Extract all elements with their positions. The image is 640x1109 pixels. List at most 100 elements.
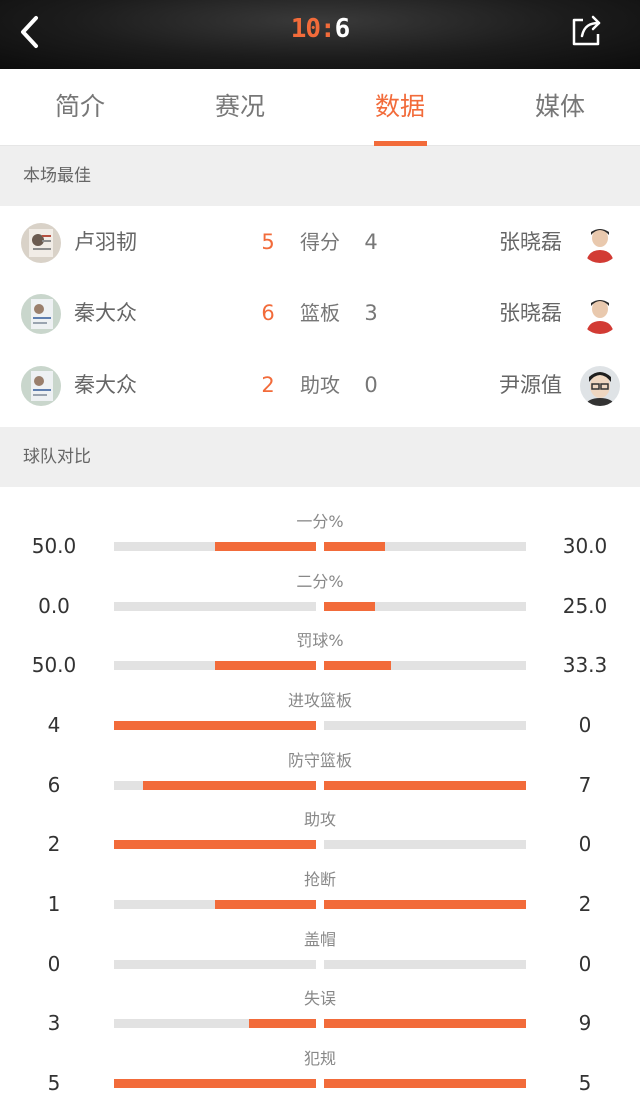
left-bar-track (114, 721, 316, 730)
left-bar-track (114, 1019, 316, 1028)
right-bar-track (324, 900, 526, 909)
tab-data[interactable]: 数据 (320, 69, 480, 146)
best-row-points[interactable]: 卢羽韧 5 得分 4 张晓磊 (0, 207, 640, 279)
avatar (21, 223, 61, 263)
compare-label: 进攻篮板 (287, 691, 352, 710)
tab-game-status[interactable]: 赛况 (160, 69, 320, 146)
home-stat-value: 6 (261, 301, 275, 325)
compare-left-value: 4 (47, 713, 61, 737)
compare-right-value: 0 (578, 952, 592, 976)
compare-row: 失误 3 9 (0, 989, 640, 1049)
compare-right-value: 33.3 (562, 653, 608, 677)
avatar (580, 366, 620, 406)
home-player-name: 秦大众 (74, 301, 137, 325)
best-row-rebounds[interactable]: 秦大众 6 篮板 3 张晓磊 (0, 278, 640, 350)
compare-left-value: 1 (47, 892, 61, 916)
right-bar-track (324, 1019, 526, 1028)
compare-left-value: 50.0 (31, 534, 77, 558)
left-bar-track (114, 661, 316, 670)
tab-intro[interactable]: 简介 (0, 69, 160, 146)
compare-right-value: 2 (578, 892, 592, 916)
compare-left-value: 2 (47, 832, 61, 856)
compare-right-value: 30.0 (562, 534, 608, 558)
compare-right-value: 25.0 (562, 594, 608, 618)
best-section-header: 本场最佳 (0, 146, 640, 206)
right-bar-fill (324, 602, 375, 611)
right-bar-track (324, 602, 526, 611)
compare-right-value: 0 (578, 832, 592, 856)
compare-row: 盖帽 0 0 (0, 930, 640, 990)
right-bar-fill (324, 900, 526, 909)
compare-label: 二分% (296, 572, 344, 591)
left-bar-fill (114, 840, 316, 849)
left-bar-track (114, 542, 316, 551)
left-bar-fill (142, 781, 316, 790)
stat-label: 助攻 (300, 373, 340, 397)
home-player-name: 卢羽韧 (74, 230, 137, 254)
compare-section-header: 球队对比 (0, 427, 640, 487)
compare-label: 防守篮板 (287, 751, 352, 770)
compare-label: 失误 (303, 989, 336, 1008)
compare-row: 二分% 0.0 25.0 (0, 572, 640, 632)
compare-label: 罚球% (296, 631, 344, 650)
right-bar-fill (324, 1019, 526, 1028)
compare-row: 抢断 1 2 (0, 870, 640, 930)
stat-label: 篮板 (300, 301, 340, 325)
compare-right-value: 5 (578, 1071, 592, 1095)
top-bar: 10:6 (0, 0, 640, 69)
left-bar-track (114, 781, 316, 790)
avatar (580, 294, 620, 334)
tab-bar: 简介 赛况 数据 媒体 (0, 69, 640, 146)
score-separator: : (320, 14, 336, 44)
score-display: 10:6 (0, 14, 640, 44)
left-bar-track (114, 900, 316, 909)
compare-label: 抢断 (303, 870, 336, 889)
right-bar-track (324, 781, 526, 790)
right-bar-track (324, 542, 526, 551)
avatar (21, 294, 61, 334)
avatar (580, 223, 620, 263)
score-away: 6 (334, 14, 351, 44)
right-bar-fill (324, 542, 385, 551)
right-bar-track (324, 1079, 526, 1088)
compare-right-value: 9 (578, 1011, 592, 1035)
away-stat-value: 4 (364, 230, 378, 254)
left-bar-fill (215, 661, 316, 670)
away-player-name: 尹源值 (499, 373, 562, 397)
compare-left-value: 5 (47, 1071, 61, 1095)
left-bar-track (114, 840, 316, 849)
stat-label: 得分 (300, 230, 340, 254)
home-stat-value: 2 (261, 373, 275, 397)
left-bar-fill (248, 1019, 316, 1028)
compare-row: 进攻篮板 4 0 (0, 691, 640, 751)
home-player-name: 秦大众 (74, 373, 137, 397)
right-bar-track (324, 840, 526, 849)
away-stat-value: 3 (364, 301, 378, 325)
right-bar-track (324, 721, 526, 730)
compare-label: 助攻 (303, 810, 336, 829)
avatar (21, 366, 61, 406)
share-icon[interactable] (568, 12, 604, 50)
left-bar-fill (114, 721, 316, 730)
compare-row: 罚球% 50.0 33.3 (0, 631, 640, 691)
compare-left-value: 0 (47, 952, 61, 976)
compare-row: 防守篮板 6 7 (0, 751, 640, 811)
compare-label: 一分% (296, 512, 344, 531)
away-player-name: 张晓磊 (499, 230, 562, 254)
compare-left-value: 50.0 (31, 653, 77, 677)
away-stat-value: 0 (364, 373, 378, 397)
compare-right-value: 7 (578, 773, 592, 797)
right-bar-fill (324, 661, 392, 670)
compare-row: 犯规 5 5 (0, 1049, 640, 1109)
left-bar-fill (215, 900, 316, 909)
compare-left-value: 0.0 (38, 594, 70, 618)
best-row-assists[interactable]: 秦大众 2 助攻 0 尹源值 (0, 350, 640, 422)
right-bar-fill (324, 781, 526, 790)
right-bar-track (324, 661, 526, 670)
left-bar-fill (215, 542, 316, 551)
left-bar-track (114, 602, 316, 611)
tab-media[interactable]: 媒体 (480, 69, 640, 146)
home-stat-value: 5 (261, 230, 275, 254)
left-bar-fill (114, 1079, 316, 1088)
away-player-name: 张晓磊 (499, 301, 562, 325)
